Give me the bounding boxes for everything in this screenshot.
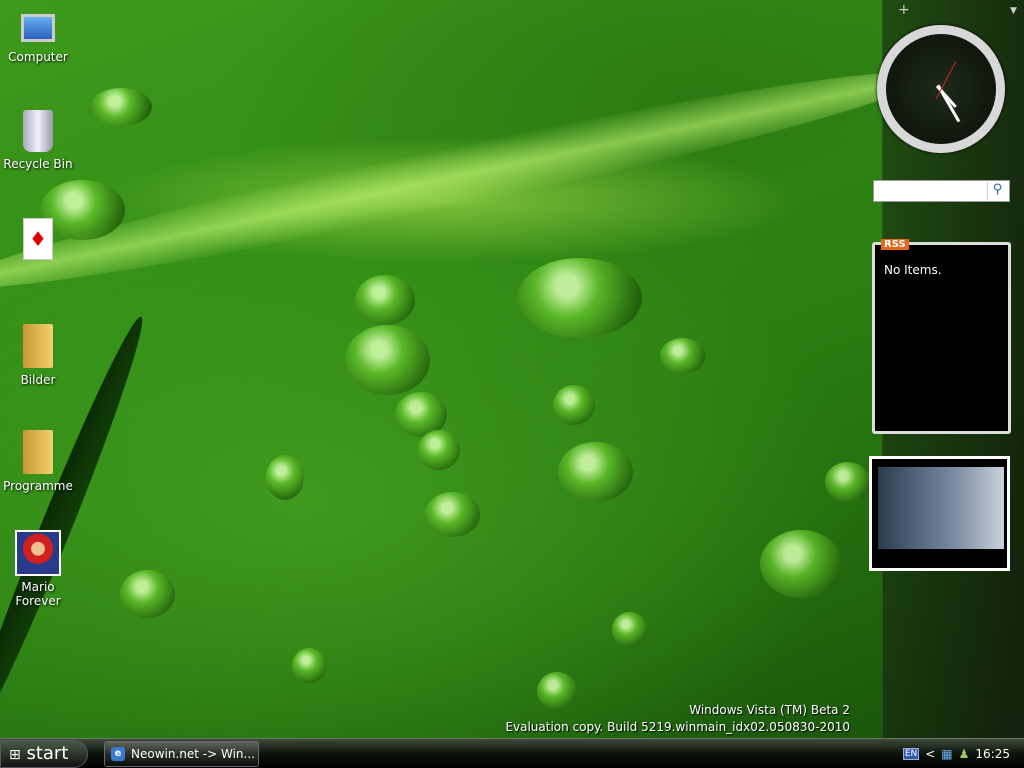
- icon-label: Recycle Bin: [3, 157, 73, 171]
- internet-explorer-icon: e: [111, 747, 125, 761]
- start-button[interactable]: ⊞ start: [0, 740, 88, 768]
- desktop-icon-computer[interactable]: Computer: [0, 14, 76, 64]
- rss-message: No Items.: [884, 263, 942, 277]
- recycle-bin-icon: [23, 110, 53, 152]
- desktop-icon-programme[interactable]: Programme: [0, 430, 76, 493]
- network-icon[interactable]: ▦: [941, 747, 952, 761]
- sidebar-menu-arrow-icon[interactable]: ▼: [1010, 6, 1017, 16]
- watermark-line2: Evaluation copy. Build 5219.winmain_idx0…: [505, 720, 850, 734]
- search-icon[interactable]: ⚲: [987, 182, 1007, 200]
- icon-label: Computer: [8, 50, 68, 64]
- solitaire-cards-icon: ♦: [23, 218, 53, 260]
- folder-icon: [23, 324, 53, 368]
- rss-badge: RSS: [881, 239, 909, 250]
- mario-icon: [15, 530, 61, 576]
- slideshow-gadget[interactable]: [869, 456, 1010, 571]
- language-indicator[interactable]: EN: [902, 747, 920, 760]
- icon-label: Mario Forever: [15, 580, 61, 608]
- add-gadget-button[interactable]: +: [898, 2, 910, 18]
- taskbar-item-neowin[interactable]: e Neowin.net -> Win...: [104, 741, 259, 767]
- icon-label: Bilder: [20, 373, 56, 387]
- system-tray: EN < ▦ ♟ 16:25: [902, 739, 1024, 768]
- icon-label: Programme: [3, 479, 73, 493]
- show-hidden-icons-chevron[interactable]: <: [925, 747, 935, 761]
- computer-icon: [21, 14, 55, 42]
- slideshow-image: [878, 467, 1004, 549]
- desktop-icon-solitaire[interactable]: ♦: [0, 218, 76, 263]
- rss-feed-gadget[interactable]: RSS No Items.: [872, 239, 1011, 434]
- user-icon[interactable]: ♟: [959, 747, 970, 761]
- windows-logo-icon: ⊞: [9, 747, 21, 763]
- desktop-icon-recycle-bin[interactable]: Recycle Bin: [0, 110, 76, 171]
- desktop-icon-mario-forever[interactable]: Mario Forever: [0, 530, 76, 608]
- clock-gadget[interactable]: [877, 25, 1005, 153]
- second-hand: [935, 61, 957, 99]
- task-label: Neowin.net -> Win...: [131, 747, 255, 761]
- leaf-vein: [0, 46, 936, 314]
- desktop-icon-bilder[interactable]: Bilder: [0, 324, 76, 387]
- folder-icon: [23, 430, 53, 474]
- watermark-line1: Windows Vista (TM) Beta 2: [689, 703, 850, 717]
- search-gadget[interactable]: ⚲: [873, 180, 1010, 202]
- search-input[interactable]: [874, 182, 984, 201]
- start-label: start: [26, 743, 69, 764]
- taskbar: ⊞ start e Neowin.net -> Win... EN < ▦ ♟ 1…: [0, 738, 1024, 768]
- clock[interactable]: 16:25: [975, 747, 1010, 761]
